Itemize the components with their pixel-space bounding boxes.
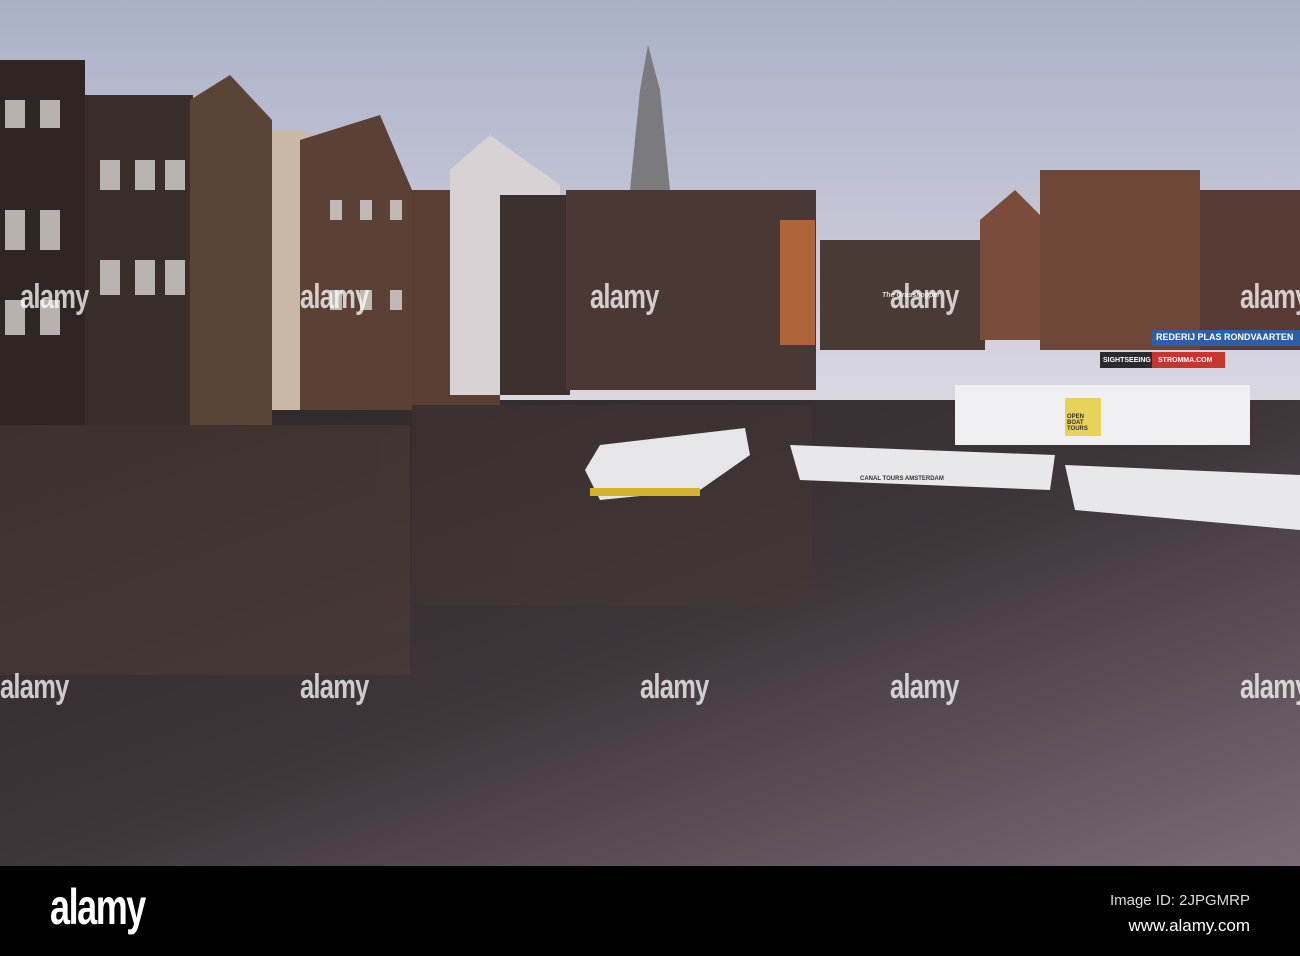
watermark: alamy <box>300 668 369 706</box>
watermark: alamy <box>640 668 709 706</box>
watermark: alamy <box>300 278 369 316</box>
image-id: Image ID: 2JPGMRP <box>1109 892 1250 909</box>
sightseeing-sign: SIGHTSEEING <box>1103 357 1151 364</box>
watermark: alamy <box>890 278 959 316</box>
canal-photo: SIGHTSEEING STROMMA.COM REDERIJ PLAS RON… <box>0 0 1300 866</box>
watermark: alamy <box>1240 668 1300 706</box>
stromma-sign: STROMMA.COM <box>1158 357 1213 364</box>
alamy-logo: alamy <box>50 879 146 935</box>
open-boat-tours-sign: OPEN BOAT TOURS <box>1067 414 1088 432</box>
watermark: alamy <box>20 278 89 316</box>
watermark: alamy <box>890 668 959 706</box>
rederij-sign: REDERIJ PLAS RONDVAARTEN <box>1156 332 1294 342</box>
footer-bar: alamy Image ID: 2JPGMRP www.alamy.com <box>0 866 1300 956</box>
watermark: alamy <box>0 668 69 706</box>
site-url: www.alamy.com <box>1128 916 1250 935</box>
watermark: alamy <box>590 278 659 316</box>
amsterdam-canal-scene <box>0 0 1300 866</box>
canal-tours-lettering: CANAL TOURS AMSTERDAM <box>860 476 944 482</box>
watermark: alamy <box>1240 278 1300 316</box>
